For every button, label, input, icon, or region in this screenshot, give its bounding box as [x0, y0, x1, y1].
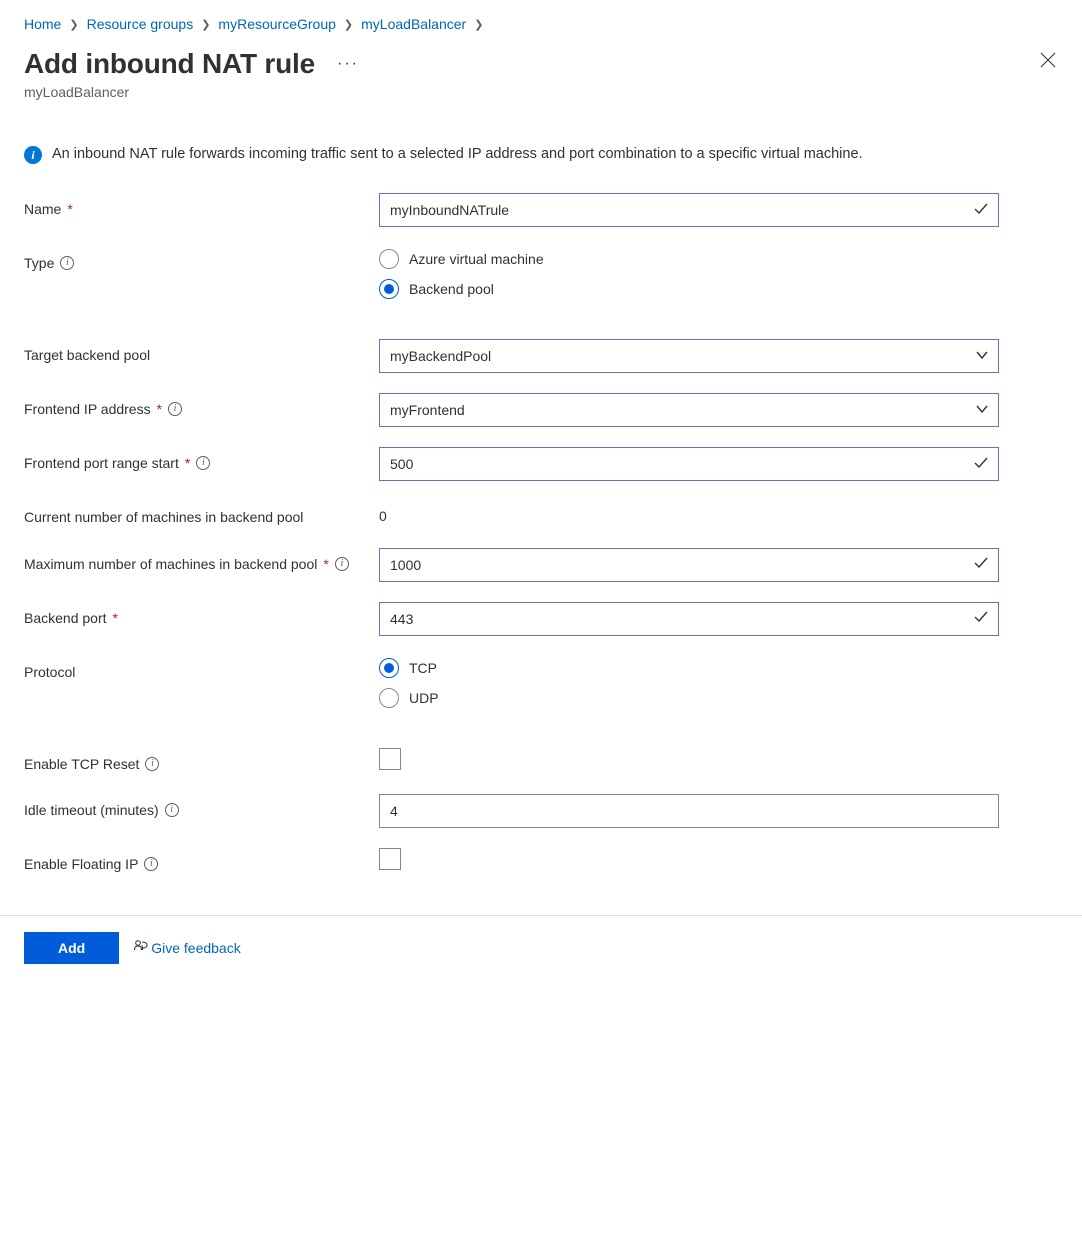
protocol-option-udp[interactable]: UDP: [379, 688, 999, 708]
protocol-radio-group: TCP UDP: [379, 656, 999, 708]
max-machines-label: Maximum number of machines in backend po…: [24, 555, 317, 575]
help-icon[interactable]: i: [165, 803, 179, 817]
breadcrumb-home[interactable]: Home: [24, 16, 61, 32]
footer: Add Give feedback: [0, 915, 1082, 984]
give-feedback-label: Give feedback: [151, 940, 241, 956]
type-option-vm[interactable]: Azure virtual machine: [379, 249, 999, 269]
required-indicator: *: [113, 609, 118, 629]
form: Name * Type i Azure virtual machine: [24, 193, 1058, 875]
radio-icon: [379, 688, 399, 708]
type-radio-group: Azure virtual machine Backend pool: [379, 247, 999, 299]
protocol-option-tcp-label: TCP: [409, 660, 437, 676]
frontend-port-start-input[interactable]: [379, 447, 999, 481]
chevron-right-icon: ❯: [69, 18, 78, 31]
radio-icon: [379, 249, 399, 269]
page-header: Add inbound NAT rule ···: [24, 48, 1058, 80]
target-backend-pool-dropdown[interactable]: myBackendPool: [379, 339, 999, 373]
help-icon[interactable]: i: [196, 456, 210, 470]
enable-floating-ip-label: Enable Floating IP: [24, 855, 138, 875]
target-backend-pool-label: Target backend pool: [24, 346, 150, 366]
name-input[interactable]: [379, 193, 999, 227]
current-machines-value: 0: [379, 501, 999, 524]
radio-icon: [379, 279, 399, 299]
close-icon: [1040, 52, 1056, 68]
help-icon[interactable]: i: [335, 557, 349, 571]
idle-timeout-input[interactable]: [379, 794, 999, 828]
help-icon[interactable]: i: [144, 857, 158, 871]
name-label: Name: [24, 200, 61, 220]
info-callout: i An inbound NAT rule forwards incoming …: [24, 144, 1058, 165]
help-icon[interactable]: i: [60, 256, 74, 270]
help-icon[interactable]: i: [145, 757, 159, 771]
idle-timeout-label: Idle timeout (minutes): [24, 801, 159, 821]
required-indicator: *: [67, 200, 72, 220]
chevron-right-icon: ❯: [474, 18, 483, 31]
max-machines-input[interactable]: [379, 548, 999, 582]
enable-tcp-reset-checkbox[interactable]: [379, 748, 401, 770]
page-subtitle: myLoadBalancer: [24, 84, 1058, 100]
chevron-right-icon: ❯: [344, 18, 353, 31]
frontend-ip-dropdown[interactable]: myFrontend: [379, 393, 999, 427]
type-option-backend-pool-label: Backend pool: [409, 281, 494, 297]
backend-port-input[interactable]: [379, 602, 999, 636]
page-title: Add inbound NAT rule: [24, 48, 315, 80]
radio-icon: [379, 658, 399, 678]
breadcrumb-resource-group[interactable]: myResourceGroup: [218, 16, 336, 32]
info-text: An inbound NAT rule forwards incoming tr…: [52, 144, 863, 165]
breadcrumb-resource-groups[interactable]: Resource groups: [87, 16, 194, 32]
more-actions-button[interactable]: ···: [333, 51, 363, 77]
give-feedback-link[interactable]: Give feedback: [133, 938, 241, 957]
current-machines-label: Current number of machines in backend po…: [24, 508, 303, 528]
add-button[interactable]: Add: [24, 932, 119, 964]
breadcrumb-load-balancer[interactable]: myLoadBalancer: [361, 16, 466, 32]
type-option-backend-pool[interactable]: Backend pool: [379, 279, 999, 299]
breadcrumb: Home ❯ Resource groups ❯ myResourceGroup…: [24, 16, 1058, 32]
backend-port-label: Backend port: [24, 609, 107, 629]
protocol-option-udp-label: UDP: [409, 690, 439, 706]
feedback-icon: [133, 938, 149, 957]
chevron-right-icon: ❯: [201, 18, 210, 31]
target-backend-pool-value: myBackendPool: [390, 348, 491, 364]
frontend-ip-label: Frontend IP address: [24, 400, 151, 420]
help-icon[interactable]: i: [168, 402, 182, 416]
frontend-ip-value: myFrontend: [390, 402, 465, 418]
close-button[interactable]: [1038, 48, 1058, 77]
required-indicator: *: [323, 555, 328, 575]
protocol-option-tcp[interactable]: TCP: [379, 658, 999, 678]
frontend-port-start-label: Frontend port range start: [24, 454, 179, 474]
type-option-vm-label: Azure virtual machine: [409, 251, 544, 267]
required-indicator: *: [185, 454, 190, 474]
enable-floating-ip-checkbox[interactable]: [379, 848, 401, 870]
type-label: Type: [24, 254, 54, 274]
enable-tcp-reset-label: Enable TCP Reset: [24, 755, 139, 775]
required-indicator: *: [157, 400, 162, 420]
protocol-label: Protocol: [24, 663, 75, 683]
info-icon: i: [24, 146, 42, 164]
